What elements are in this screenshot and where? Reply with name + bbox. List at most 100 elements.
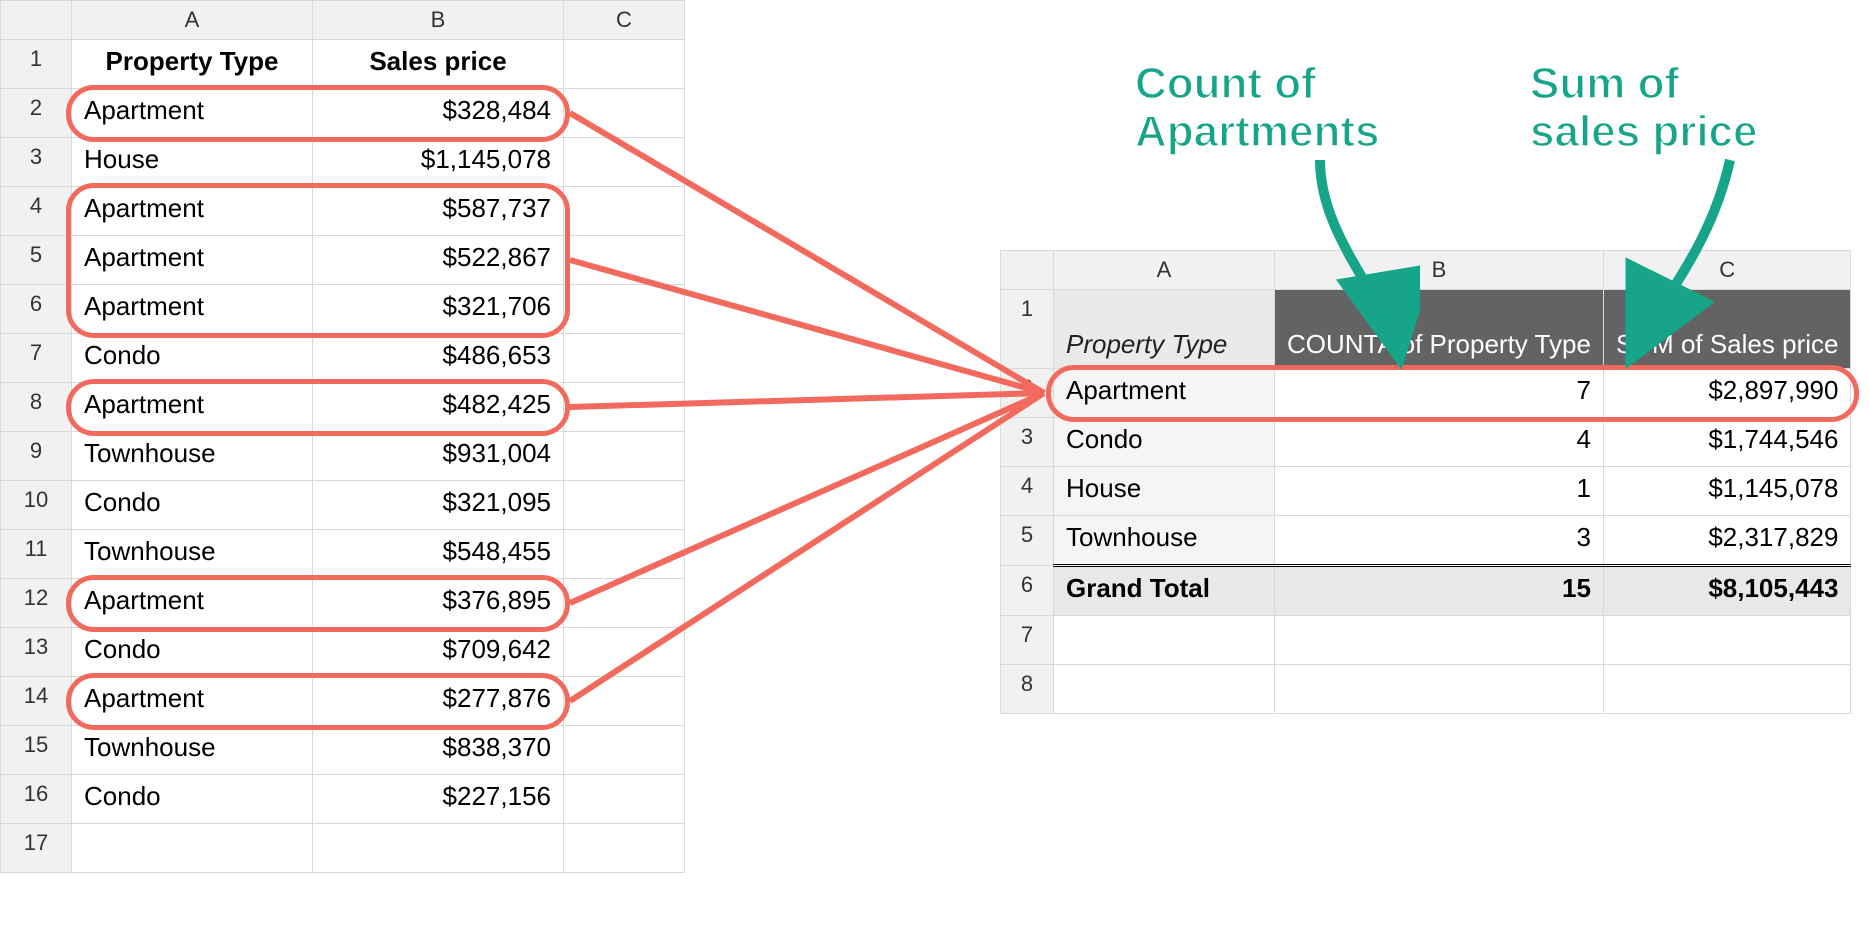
cell-sales-price[interactable]: $321,706 bbox=[313, 285, 563, 333]
cell-sales-price[interactable]: $1,145,078 bbox=[313, 138, 563, 186]
column-header-a[interactable]: A bbox=[72, 1, 313, 40]
cell-sales-price[interactable]: $376,895 bbox=[313, 579, 563, 627]
row-number[interactable]: 6 bbox=[1, 285, 72, 334]
cell[interactable] bbox=[564, 530, 684, 578]
row-number[interactable]: 8 bbox=[1001, 665, 1054, 714]
cell-property-type[interactable]: Apartment bbox=[72, 383, 312, 431]
pivot-row-label[interactable]: Townhouse bbox=[1054, 516, 1274, 564]
cell-sales-price[interactable]: $321,095 bbox=[313, 481, 563, 529]
cell-sales-price[interactable]: $522,867 bbox=[313, 236, 563, 284]
row-number[interactable]: 11 bbox=[1, 530, 72, 579]
cell-property-type[interactable]: Townhouse bbox=[72, 432, 312, 480]
cell[interactable] bbox=[564, 334, 684, 382]
header-sales-price[interactable]: Sales price bbox=[313, 40, 563, 88]
pivot-sum[interactable]: $1,145,078 bbox=[1604, 467, 1851, 515]
grand-total-label[interactable]: Grand Total bbox=[1054, 567, 1274, 615]
row-number[interactable]: 14 bbox=[1, 677, 72, 726]
cell-property-type[interactable] bbox=[72, 824, 312, 872]
cell-sales-price[interactable]: $277,876 bbox=[313, 677, 563, 725]
column-header-b[interactable]: B bbox=[1275, 251, 1604, 290]
row-number[interactable]: 17 bbox=[1, 824, 72, 873]
cell-property-type[interactable]: Condo bbox=[72, 628, 312, 676]
cell[interactable] bbox=[564, 138, 684, 186]
pivot-sum[interactable]: $1,744,546 bbox=[1604, 418, 1851, 466]
pivot-sum-header[interactable]: SUM of Sales price bbox=[1604, 319, 1851, 368]
pivot-count[interactable]: 1 bbox=[1275, 467, 1603, 515]
pivot-row-label[interactable]: House bbox=[1054, 467, 1274, 515]
pivot-count-header[interactable]: COUNTA of Property Type bbox=[1275, 319, 1603, 368]
pivot-row-label[interactable]: Condo bbox=[1054, 418, 1274, 466]
cell-property-type[interactable]: Apartment bbox=[72, 236, 312, 284]
cell-sales-price[interactable]: $709,642 bbox=[313, 628, 563, 676]
row-number[interactable]: 4 bbox=[1001, 467, 1054, 516]
cell[interactable] bbox=[1054, 616, 1274, 664]
cell-sales-price[interactable]: $838,370 bbox=[313, 726, 563, 774]
cell[interactable] bbox=[1275, 665, 1603, 713]
cell[interactable] bbox=[564, 677, 684, 725]
row-number[interactable]: 3 bbox=[1001, 418, 1054, 467]
cell-sales-price[interactable]: $548,455 bbox=[313, 530, 563, 578]
row-number[interactable]: 2 bbox=[1001, 369, 1054, 418]
grand-total-count[interactable]: 15 bbox=[1275, 567, 1603, 615]
cell[interactable] bbox=[564, 432, 684, 480]
cell[interactable] bbox=[564, 285, 684, 333]
row-number[interactable]: 15 bbox=[1, 726, 72, 775]
cell-property-type[interactable]: Apartment bbox=[72, 285, 312, 333]
column-header-c[interactable]: C bbox=[1603, 251, 1851, 290]
row-number[interactable]: 6 bbox=[1001, 566, 1054, 616]
row-number[interactable]: 12 bbox=[1, 579, 72, 628]
row-number[interactable]: 5 bbox=[1, 236, 72, 285]
cell[interactable] bbox=[1604, 665, 1851, 713]
pivot-sum[interactable]: $2,897,990 bbox=[1604, 369, 1851, 417]
column-header-c[interactable]: C bbox=[564, 1, 685, 40]
row-number[interactable]: 10 bbox=[1, 481, 72, 530]
cell-sales-price[interactable]: $482,425 bbox=[313, 383, 563, 431]
pivot-row-label-header[interactable]: Property Type bbox=[1054, 319, 1274, 368]
column-header-b[interactable]: B bbox=[313, 1, 564, 40]
row-number[interactable]: 4 bbox=[1, 187, 72, 236]
row-number[interactable]: 2 bbox=[1, 89, 72, 138]
cell[interactable] bbox=[1275, 616, 1603, 664]
row-number[interactable]: 5 bbox=[1001, 516, 1054, 566]
cell-sales-price[interactable]: $227,156 bbox=[313, 775, 563, 823]
cell-property-type[interactable]: Apartment bbox=[72, 187, 312, 235]
cell[interactable] bbox=[564, 579, 684, 627]
cell-property-type[interactable]: Apartment bbox=[72, 579, 312, 627]
cell-sales-price[interactable]: $328,484 bbox=[313, 89, 563, 137]
cell[interactable] bbox=[564, 236, 684, 284]
row-number[interactable]: 3 bbox=[1, 138, 72, 187]
cell-sales-price[interactable] bbox=[313, 824, 563, 872]
cell-property-type[interactable]: Apartment bbox=[72, 677, 312, 725]
pivot-count[interactable]: 4 bbox=[1275, 418, 1603, 466]
cell[interactable] bbox=[564, 726, 684, 774]
cell[interactable] bbox=[1054, 665, 1274, 713]
cell[interactable] bbox=[564, 383, 684, 431]
pivot-row-label[interactable]: Apartment bbox=[1054, 369, 1274, 417]
header-property-type[interactable]: Property Type bbox=[72, 40, 312, 88]
row-number[interactable]: 1 bbox=[1, 40, 72, 89]
grand-total-sum[interactable]: $8,105,443 bbox=[1604, 567, 1851, 615]
cell[interactable] bbox=[564, 481, 684, 529]
cell-sales-price[interactable]: $931,004 bbox=[313, 432, 563, 480]
cell-property-type[interactable]: Townhouse bbox=[72, 530, 312, 578]
row-number[interactable]: 16 bbox=[1, 775, 72, 824]
cell[interactable] bbox=[564, 187, 684, 235]
row-number[interactable]: 7 bbox=[1, 334, 72, 383]
cell-property-type[interactable]: Condo bbox=[72, 775, 312, 823]
cell-property-type[interactable]: Townhouse bbox=[72, 726, 312, 774]
cell[interactable] bbox=[564, 628, 684, 676]
row-number[interactable]: 13 bbox=[1, 628, 72, 677]
cell-property-type[interactable]: House bbox=[72, 138, 312, 186]
cell-property-type[interactable]: Condo bbox=[72, 481, 312, 529]
pivot-count[interactable]: 7 bbox=[1275, 369, 1603, 417]
pivot-count[interactable]: 3 bbox=[1275, 516, 1603, 564]
cell-sales-price[interactable]: $486,653 bbox=[313, 334, 563, 382]
cell[interactable] bbox=[1604, 616, 1851, 664]
row-number[interactable]: 9 bbox=[1, 432, 72, 481]
pivot-sum[interactable]: $2,317,829 bbox=[1604, 516, 1851, 564]
cell[interactable] bbox=[564, 824, 684, 872]
cell[interactable] bbox=[564, 89, 684, 137]
row-number[interactable]: 8 bbox=[1, 383, 72, 432]
row-number[interactable]: 1 bbox=[1001, 290, 1054, 369]
cell[interactable] bbox=[564, 775, 684, 823]
